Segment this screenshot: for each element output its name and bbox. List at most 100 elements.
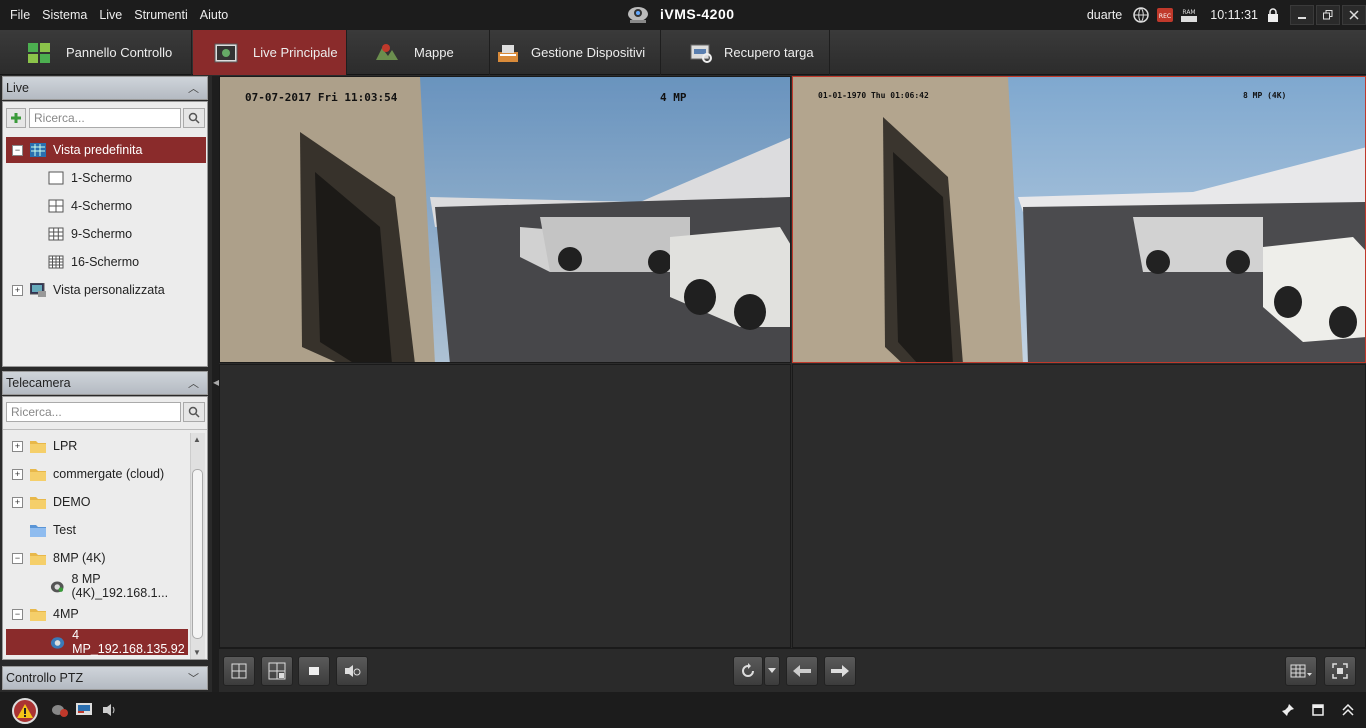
- alarm-warning-icon[interactable]: [12, 698, 38, 724]
- tab-mappe[interactable]: Mappe: [348, 30, 490, 75]
- save-view-button[interactable]: [223, 656, 255, 686]
- tree-item-9-schermo[interactable]: 9-Schermo: [6, 221, 206, 247]
- tree-item-test[interactable]: Test: [6, 517, 188, 543]
- window-division-button[interactable]: [261, 656, 293, 686]
- video-cell-3[interactable]: [219, 364, 791, 648]
- window-icon[interactable]: [1308, 700, 1328, 720]
- menu-live[interactable]: Live: [93, 8, 128, 22]
- tree-item-demo[interactable]: + DEMO: [6, 489, 188, 515]
- collapse-icon[interactable]: ︿: [188, 80, 199, 96]
- menu-sistema[interactable]: Sistema: [36, 8, 93, 22]
- tree-item-camera-4mp[interactable]: 4 MP_192.168.135.92: [6, 628, 188, 656]
- add-view-button[interactable]: [6, 108, 26, 128]
- tree-item-label: Test: [53, 523, 76, 537]
- osd-camera-label: 8 MP (4K): [1243, 91, 1287, 100]
- menu-file[interactable]: File: [4, 8, 36, 22]
- prev-arrow-button[interactable]: [786, 656, 818, 686]
- camera-panel-header[interactable]: Telecamera ︿: [2, 371, 208, 395]
- layout-1-icon: [48, 171, 64, 185]
- live-search-button[interactable]: [183, 108, 205, 128]
- title-bar: File Sistema Live Strumenti Aiuto iVMS-4…: [0, 0, 1366, 30]
- tree-item-1-schermo[interactable]: 1-Schermo: [6, 165, 206, 191]
- expand-toggle[interactable]: +: [12, 496, 23, 508]
- panel-splitter[interactable]: ◀: [212, 76, 219, 692]
- tree-item-lpr[interactable]: + LPR: [6, 433, 188, 459]
- tree-item-label: 16-Schermo: [71, 255, 140, 269]
- live-view-icon: [214, 43, 238, 62]
- camera-icon: [50, 581, 64, 593]
- fullscreen-icon: [1332, 663, 1348, 679]
- expand-toggle[interactable]: +: [12, 440, 23, 452]
- camera-list-scrollbar[interactable]: ▲ ▼: [190, 433, 205, 659]
- tree-item-commergate[interactable]: + commergate (cloud): [6, 461, 188, 487]
- menu-strumenti[interactable]: Strumenti: [128, 8, 194, 22]
- collapse-toggle[interactable]: −: [12, 608, 23, 620]
- screen-icon[interactable]: [74, 700, 94, 720]
- dropdown-button[interactable]: [764, 656, 780, 686]
- expand-toggle[interactable]: +: [12, 284, 23, 296]
- menu-bar: File Sistema Live Strumenti Aiuto: [4, 0, 234, 30]
- ptz-panel-header[interactable]: Controllo PTZ ﹀: [2, 666, 208, 690]
- sound-icon[interactable]: [100, 700, 120, 720]
- speaker-mute-icon: [345, 665, 361, 677]
- minimize-button[interactable]: [1290, 5, 1314, 25]
- ram-usage-icon[interactable]: RAM: [1180, 6, 1198, 24]
- tree-item-vista-predefinita[interactable]: − Vista predefinita: [6, 137, 206, 163]
- camera-search-row: Ricerca...: [6, 401, 205, 423]
- scrollbar-thumb[interactable]: [192, 469, 203, 639]
- scroll-up-icon[interactable]: ▲: [193, 435, 201, 444]
- collapse-toggle[interactable]: −: [12, 552, 23, 564]
- record-status-icon[interactable]: REC: [1156, 6, 1174, 24]
- arrow-right-icon: [831, 665, 849, 677]
- tree-item-label: 8MP (4K): [53, 551, 106, 565]
- fullscreen-button[interactable]: [1324, 656, 1356, 686]
- lock-icon[interactable]: [1264, 6, 1282, 24]
- alarm-camera-icon[interactable]: [50, 700, 70, 720]
- tree-item-4mp[interactable]: − 4MP: [6, 601, 188, 627]
- tree-item-16-schermo[interactable]: 16-Schermo: [6, 249, 206, 275]
- tree-item-camera-8mp[interactable]: 8 MP (4K)_192.168.1...: [6, 572, 188, 600]
- tree-item-label: 4-Schermo: [71, 199, 133, 213]
- divider: [3, 429, 207, 430]
- previous-page-button[interactable]: [733, 656, 763, 686]
- module-tab-bar: Pannello Controllo Live Principale Mappe…: [0, 30, 1366, 75]
- tree-item-vista-personalizzata[interactable]: + Vista personalizzata: [6, 277, 206, 303]
- video-cell-1[interactable]: 07-07-2017 Fri 11:03:54 4 MP: [219, 76, 791, 363]
- tree-item-8mp-4k[interactable]: − 8MP (4K): [6, 545, 188, 571]
- minimize-icon: [1298, 17, 1306, 19]
- collapse-icon[interactable]: ︿: [188, 375, 199, 391]
- refresh-icon: [742, 663, 754, 677]
- window-division-icon: [268, 662, 286, 680]
- tab-pannello-controllo[interactable]: Pannello Controllo: [0, 30, 192, 75]
- pin-icon[interactable]: [1278, 700, 1298, 720]
- osd-camera-label: 4 MP: [660, 91, 687, 104]
- osd-timestamp: 07-07-2017 Fri 11:03:54: [245, 91, 398, 104]
- tab-gestione-dispositivi[interactable]: Gestione Dispositivi: [491, 30, 661, 75]
- tree-item-label: commergate (cloud): [53, 467, 165, 481]
- video-cell-4[interactable]: [792, 364, 1366, 648]
- tree-item-4-schermo[interactable]: 4-Schermo: [6, 193, 206, 219]
- collapse-toggle[interactable]: −: [12, 144, 23, 156]
- chevron-double-up-icon[interactable]: [1338, 700, 1358, 720]
- tab-live-principale[interactable]: Live Principale: [193, 30, 347, 75]
- audio-button[interactable]: [336, 656, 368, 686]
- layout-select-button[interactable]: [1285, 656, 1317, 686]
- live-panel-header[interactable]: Live ︿: [2, 76, 208, 100]
- network-globe-icon[interactable]: [1132, 6, 1150, 24]
- clock: 10:11:31: [1210, 8, 1258, 22]
- menu-aiuto[interactable]: Aiuto: [194, 8, 235, 22]
- restore-button[interactable]: [1316, 5, 1340, 25]
- expand-icon[interactable]: ﹀: [188, 670, 199, 686]
- expand-toggle[interactable]: +: [12, 468, 23, 480]
- scroll-down-icon[interactable]: ▼: [193, 648, 201, 657]
- close-button[interactable]: [1342, 5, 1366, 25]
- stop-all-button[interactable]: [298, 656, 330, 686]
- folder-icon: [30, 497, 46, 509]
- live-search-input[interactable]: Ricerca...: [29, 108, 181, 128]
- camera-search-input[interactable]: Ricerca...: [6, 402, 181, 422]
- next-arrow-button[interactable]: [824, 656, 856, 686]
- video-grid: 07-07-2017 Fri 11:03:54 4 MP 01-01-1970 …: [219, 76, 1366, 648]
- tab-recupero-targa[interactable]: Recupero targa: [662, 30, 830, 75]
- video-cell-2[interactable]: 01-01-1970 Thu 01:06:42 8 MP (4K): [792, 76, 1366, 363]
- camera-search-button[interactable]: [183, 402, 205, 422]
